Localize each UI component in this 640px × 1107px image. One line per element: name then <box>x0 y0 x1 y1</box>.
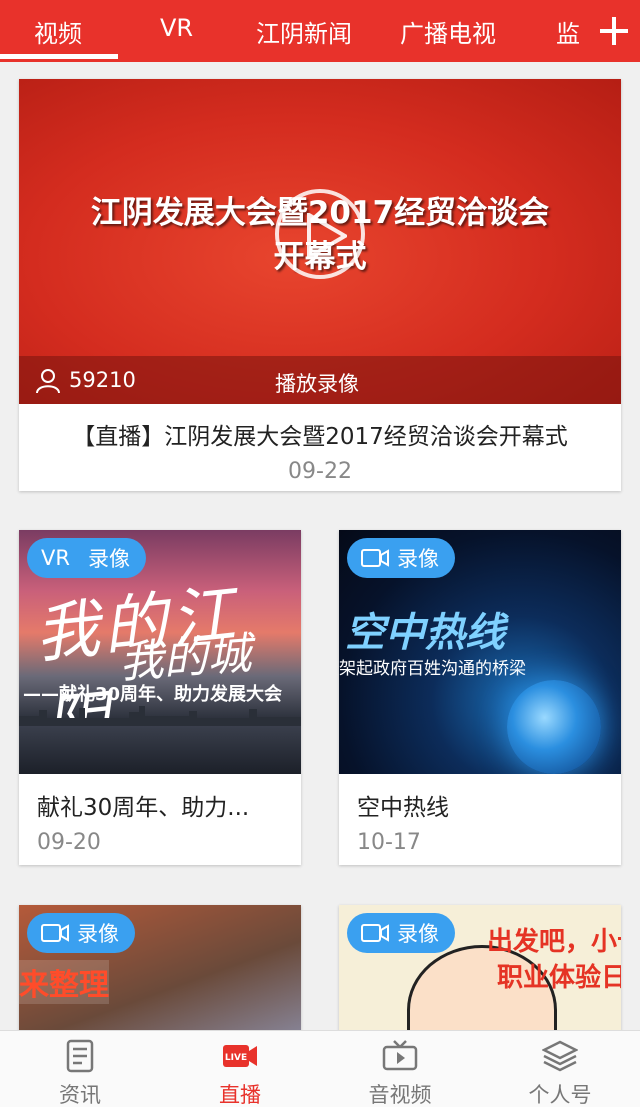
play-button[interactable] <box>275 189 365 279</box>
video-camera-icon <box>361 924 389 942</box>
card-title[interactable]: 空中热线 <box>357 788 449 822</box>
thumbnail-subtitle: 架起政府百姓沟通的桥梁 <box>339 659 526 679</box>
card-title[interactable]: 献礼30周年、助力... <box>37 788 249 822</box>
tab-broadcast-tv[interactable]: 广播电视 <box>400 14 496 49</box>
featured-caption[interactable]: 【直播】江阴发展大会暨2017经贸洽谈会开幕式 <box>19 417 621 451</box>
nav-label: 音视频 <box>368 1083 432 1107</box>
nav-label: 资讯 <box>59 1083 101 1107</box>
thumbnail-info-bar: 59210 播放录像 <box>19 356 621 404</box>
card-date: 09-20 <box>37 830 101 855</box>
featured-date: 09-22 <box>288 459 352 484</box>
nav-news[interactable]: 资讯 <box>0 1031 160 1107</box>
globe-graphic <box>507 680 601 774</box>
nav-live[interactable]: LIVE 直播 <box>160 1031 320 1107</box>
nav-label: 直播 <box>219 1083 261 1107</box>
person-icon <box>36 369 60 394</box>
nav-label: 个人号 <box>528 1083 592 1107</box>
card-date: 10-17 <box>357 830 421 855</box>
tab-video[interactable]: 视频 <box>34 14 82 49</box>
video-camera-icon <box>361 549 389 567</box>
layers-icon <box>542 1040 578 1072</box>
card-thumbnail[interactable]: 空中热线 架起政府百姓沟通的桥梁 录像 <box>339 530 621 774</box>
video-card-4[interactable]: 出发吧，小十 职业体验日 录像 <box>339 905 621 1045</box>
play-icon <box>307 213 347 259</box>
tab-monitor[interactable]: 监 <box>556 14 580 49</box>
nav-personal[interactable]: 个人号 <box>480 1031 640 1107</box>
vr-replay-badge: VR 录像 <box>27 538 146 578</box>
top-tab-bar: 视频 VR 江阴新闻 广播电视 监 <box>0 0 640 62</box>
add-channel-button[interactable] <box>588 0 640 62</box>
video-card-3[interactable]: 来整理 录像 <box>19 905 301 1045</box>
active-tab-indicator <box>0 54 118 59</box>
replay-badge: 录像 <box>347 913 455 953</box>
replay-badge: 录像 <box>347 538 455 578</box>
thumbnail-art-subtext: 职业体验日 <box>497 963 621 993</box>
replay-badge: 录像 <box>27 913 135 953</box>
card-thumbnail[interactable]: 我的江阴 我的城 ——献礼30周年、助力发展大会 VR 录像 <box>19 530 301 774</box>
card-thumbnail[interactable]: 来整理 录像 <box>19 905 301 1045</box>
water-reflection <box>19 726 301 774</box>
bottom-navigation: 资讯 LIVE 直播 音视频 个人号 <box>0 1030 640 1107</box>
replay-status: 播放录像 <box>275 372 359 396</box>
featured-video-card[interactable]: 江阴发展大会暨2017经贸洽谈会 开幕式 59210 播放录像 【直播】江阴发展… <box>19 79 621 491</box>
skyline-graphic <box>19 706 301 726</box>
thumbnail-art-text: 来整理 <box>19 960 109 1004</box>
video-card-2[interactable]: 空中热线 架起政府百姓沟通的桥梁 录像 空中热线 10-17 <box>339 530 621 865</box>
plus-icon <box>600 17 628 45</box>
thumbnail-art-text: 出发吧，小十 <box>487 927 621 957</box>
tab-jiangyin-news[interactable]: 江阴新闻 <box>256 14 352 49</box>
featured-thumbnail[interactable]: 江阴发展大会暨2017经贸洽谈会 开幕式 59210 播放录像 <box>19 79 621 404</box>
tab-vr[interactable]: VR <box>160 14 193 42</box>
live-icon: LIVE <box>223 1045 257 1067</box>
card-thumbnail[interactable]: 出发吧，小十 职业体验日 录像 <box>339 905 621 1045</box>
av-icon <box>382 1040 418 1071</box>
video-camera-icon <box>41 924 69 942</box>
news-icon <box>66 1039 94 1073</box>
video-card-1[interactable]: 我的江阴 我的城 ——献礼30周年、助力发展大会 VR 录像 献礼30周年、助力… <box>19 530 301 865</box>
thumbnail-art-text: 空中热线 <box>345 610 505 656</box>
viewer-count: 59210 <box>69 368 136 392</box>
nav-audio-video[interactable]: 音视频 <box>320 1031 480 1107</box>
svg-text:LIVE: LIVE <box>225 1053 247 1063</box>
